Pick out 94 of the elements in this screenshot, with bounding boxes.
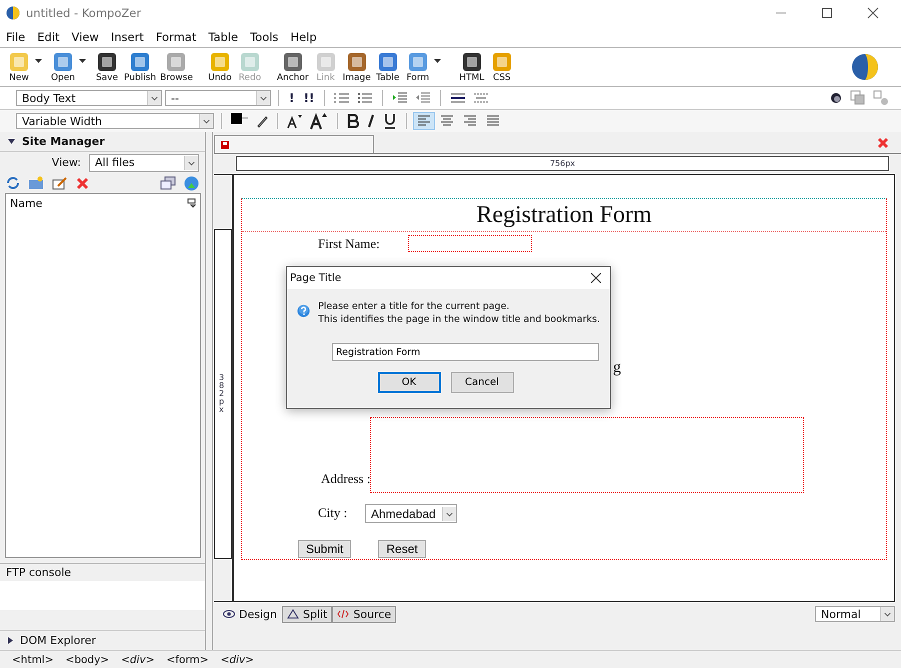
smaller-font-icon[interactable] <box>287 113 303 129</box>
bulleted-list-icon[interactable] <box>357 91 374 105</box>
toolbar-button[interactable]: Image <box>340 51 373 83</box>
view-tab[interactable]: Source <box>332 606 396 622</box>
page-heading: Registration Form <box>242 199 886 232</box>
app-globe-icon <box>6 6 20 20</box>
bold-icon[interactable] <box>347 114 359 128</box>
title-input[interactable]: Registration Form <box>332 343 599 361</box>
numbered-list-icon[interactable] <box>334 91 350 105</box>
indent-icon[interactable] <box>392 91 408 105</box>
document-tab[interactable] <box>214 135 374 153</box>
toolbar-button[interactable]: Open <box>48 51 78 83</box>
window-title: untitled - KompoZer <box>26 6 142 20</box>
toolbar-button[interactable]: Save <box>92 51 122 83</box>
column-picker-icon[interactable] <box>187 198 196 208</box>
important-button[interactable]: ! <box>286 91 298 105</box>
toolbar-button[interactable]: Form <box>402 51 433 83</box>
toolbar-button[interactable]: Undo <box>204 51 235 83</box>
modified-document-icon <box>221 140 229 148</box>
dropdown-caret-icon[interactable] <box>79 59 86 63</box>
layer-icon[interactable] <box>829 91 843 105</box>
field-label: Address : <box>321 471 370 487</box>
form-button[interactable]: Reset <box>378 540 426 558</box>
class-select[interactable]: -- <box>165 90 271 106</box>
field-label: City : <box>318 505 348 522</box>
maximize-icon[interactable] <box>821 7 833 19</box>
element-tag[interactable]: <form> <box>166 654 209 666</box>
horizontal-rule-icon[interactable] <box>473 91 490 105</box>
refresh-icon[interactable] <box>6 176 20 190</box>
triangle-icon <box>286 609 299 619</box>
linked-squares-icon[interactable] <box>873 90 889 106</box>
element-tag[interactable]: <html> <box>12 654 54 666</box>
field-label: First Name: <box>318 236 381 252</box>
collapse-arrow-icon[interactable] <box>8 138 15 144</box>
dom-explorer-header[interactable]: DOM Explorer <box>0 630 205 650</box>
toolbar-button[interactable]: HTML <box>456 51 487 83</box>
view-tab[interactable]: Split <box>282 606 332 622</box>
close-tab-icon[interactable] <box>877 137 889 149</box>
column-header[interactable]: Name <box>10 196 42 210</box>
toolbar-button[interactable]: New <box>4 51 34 83</box>
toolbar-button[interactable]: Browse <box>158 51 195 83</box>
menu-item[interactable]: Format <box>156 30 196 44</box>
eraser-pen-icon[interactable] <box>256 114 268 128</box>
zoom-select[interactable]: Normal <box>815 606 895 622</box>
paragraph-format-select[interactable]: Body Text <box>16 90 162 106</box>
dialog-button[interactable]: OK <box>378 372 440 393</box>
new-folder-icon[interactable] <box>28 176 44 190</box>
outdent-icon[interactable] <box>415 91 432 105</box>
panel-title: Site Manager <box>22 134 105 148</box>
menu-item[interactable]: Table <box>208 30 238 44</box>
larger-font-icon[interactable] <box>310 112 328 130</box>
element-tag[interactable]: <body> <box>66 654 110 666</box>
toolbar-button[interactable]: CSS <box>486 51 517 83</box>
menu-item[interactable]: Insert <box>110 30 144 44</box>
menu-item[interactable]: File <box>6 30 26 44</box>
close-icon[interactable] <box>591 273 601 283</box>
underline-icon[interactable] <box>383 113 397 129</box>
align-button[interactable] <box>414 113 434 129</box>
italic-icon[interactable] <box>366 114 376 128</box>
menu-item[interactable]: Edit <box>37 30 60 44</box>
important-button[interactable]: !! <box>300 91 318 105</box>
font-select[interactable]: Variable Width <box>16 113 214 129</box>
menu-item[interactable]: Help <box>290 30 317 44</box>
element-tag[interactable]: <div> <box>220 654 254 666</box>
stacked-squares-icon[interactable] <box>850 90 866 106</box>
edit-icon[interactable] <box>52 176 68 190</box>
view-label: View: <box>52 156 81 170</box>
delete-icon[interactable] <box>76 176 89 190</box>
expand-arrow-icon[interactable] <box>8 637 13 644</box>
toolbar-button[interactable]: Table <box>372 51 403 83</box>
dropdown-caret-icon[interactable] <box>434 59 441 63</box>
dialog-message: Please enter a title for the current page. This identifies the page in the window title and bookmarks. <box>318 300 600 326</box>
windows-icon[interactable] <box>160 176 176 190</box>
covered-text: g <box>613 359 621 377</box>
city-select[interactable]: Ahmedabad <box>365 504 457 523</box>
first-name-input[interactable] <box>408 235 532 252</box>
menu-item[interactable]: Tools <box>250 30 278 44</box>
globe-logo-icon <box>851 53 879 81</box>
toolbar-button[interactable]: Publish <box>122 51 158 83</box>
dropdown-caret-icon[interactable] <box>35 59 42 63</box>
panel-title: DOM Explorer <box>20 634 96 648</box>
horizontal-ruler: 756px <box>236 156 889 171</box>
toolbar-button[interactable]: Anchor <box>274 51 311 83</box>
vertical-ruler: 382px <box>214 229 232 559</box>
element-tag[interactable]: <div> <box>121 654 154 666</box>
view-select[interactable]: All files <box>89 154 199 172</box>
horizontal-rule-icon[interactable] <box>450 91 466 105</box>
close-icon[interactable] <box>867 7 879 19</box>
menu-item[interactable]: View <box>72 30 99 44</box>
form-button[interactable]: Submit <box>298 540 352 558</box>
dialog-title: Page Title <box>290 272 342 284</box>
eye-icon <box>223 609 235 619</box>
site-manager-header[interactable]: Site Manager <box>0 132 205 152</box>
dialog-button[interactable]: Cancel <box>450 372 514 393</box>
